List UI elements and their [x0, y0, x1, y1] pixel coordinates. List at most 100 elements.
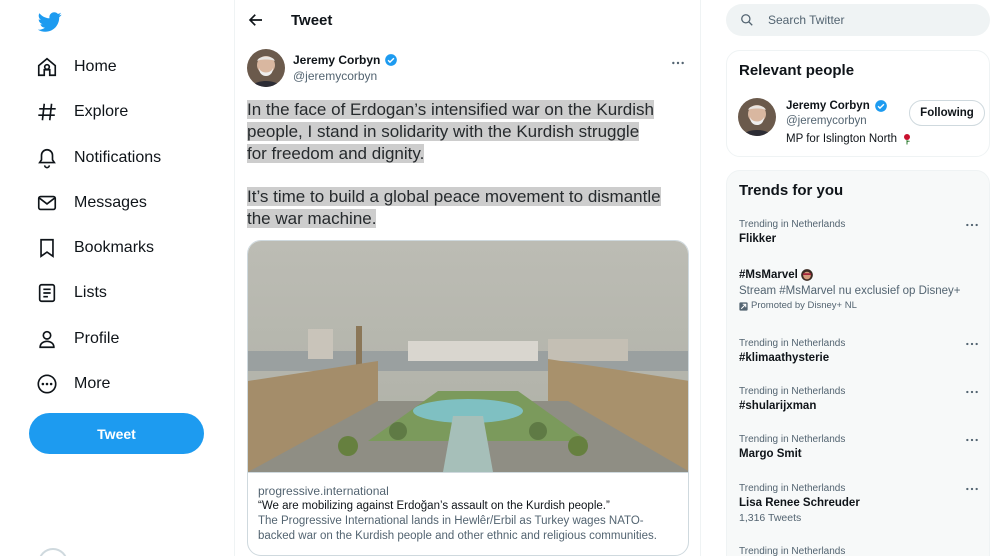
tweet-line: for freedom and dignity.: [247, 144, 425, 163]
person-avatar[interactable]: [738, 98, 776, 136]
nav-label-more: More: [74, 375, 111, 392]
page-title: Tweet: [291, 11, 333, 29]
card-title: “We are mobilizing against Erdoğan’s ass…: [258, 500, 610, 512]
home-icon: [37, 57, 57, 77]
person-name-text: Jeremy Corbyn: [786, 100, 870, 112]
promoted-icon: [739, 301, 748, 311]
tweet-line: the war machine.: [247, 209, 377, 228]
tweet-line: people, I stand in solidarity with the K…: [247, 122, 640, 141]
nav-item-messages[interactable]: Messages: [36, 183, 147, 223]
trend-item[interactable]: Trending in Netherlands Flikker: [739, 218, 979, 247]
person-name[interactable]: Jeremy Corbyn: [786, 99, 888, 113]
person-icon: [39, 330, 55, 349]
search-bar[interactable]: [726, 4, 990, 36]
search-icon: [741, 14, 753, 26]
trend-item[interactable]: Trending in Netherlands Lisa Renee Schre…: [739, 482, 979, 525]
tweet-paragraph: In the face of Erdogan’s intensified war…: [247, 99, 697, 165]
trend-promoted-text: Promoted by Disney+ NL: [751, 300, 857, 311]
verified-badge-icon: [385, 54, 398, 66]
trend-item[interactable]: Trending in Netherlands: [739, 545, 979, 556]
trend-context: Trending in Netherlands: [739, 483, 846, 494]
trend-item[interactable]: Trending in Netherlands #shularijxman: [739, 385, 979, 414]
trend-context: Trending in Netherlands: [739, 546, 846, 556]
trend-context: Trending in Netherlands: [739, 434, 846, 445]
nav-label-home: Home: [74, 58, 117, 75]
trend-name: #shularijxman: [739, 400, 817, 412]
nav-label-lists: Lists: [74, 284, 107, 301]
author-handle[interactable]: @jeremycorbyn: [293, 69, 377, 83]
card-description-line: backed war on the Kurdish people and oth…: [258, 530, 657, 542]
trend-name: #klimaathysterie: [739, 352, 830, 364]
tweet-text: In the face of Erdogan’s intensified war…: [247, 99, 697, 251]
nav-label-messages: Messages: [74, 194, 147, 211]
nav-item-notifications[interactable]: Notifications: [36, 138, 161, 178]
relevant-people-title: Relevant people: [739, 62, 855, 79]
trend-name: Margo Smit: [739, 448, 802, 460]
main-header: Tweet: [235, 0, 700, 40]
trend-name: #MsMarvel: [739, 267, 979, 283]
tweet-author: Jeremy Corbyn @jeremycorbyn: [247, 49, 690, 89]
nav-label-explore: Explore: [74, 103, 129, 120]
back-arrow-icon[interactable]: [247, 11, 265, 29]
trend-context: Trending in Netherlands: [739, 386, 846, 397]
more-options-icon[interactable]: [965, 387, 979, 397]
ms-marvel-emoji-icon: [800, 269, 813, 281]
tweet-button[interactable]: Tweet: [29, 413, 204, 454]
author-name-text: Jeremy Corbyn: [293, 53, 381, 67]
nav-item-more[interactable]: More: [36, 364, 110, 404]
person-handle[interactable]: @jeremycorbyn: [786, 115, 867, 127]
person-bio: MP for Islington North: [786, 133, 913, 145]
tweet-line: It’s time to build a global peace moveme…: [247, 187, 661, 206]
card-domain: progressive.international: [258, 484, 389, 498]
twitter-logo-icon[interactable]: [38, 10, 62, 34]
author-avatar[interactable]: [247, 49, 285, 87]
trend-item[interactable]: Trending in Netherlands Margo Smit: [739, 433, 979, 462]
more-options-icon[interactable]: [965, 435, 979, 445]
left-sidebar: Home Explore Notifications Messages Book…: [0, 0, 234, 556]
trend-item[interactable]: Trending in Netherlands #klimaathysterie: [739, 337, 979, 366]
card-image: [248, 241, 688, 472]
envelope-icon: [37, 195, 57, 211]
more-options-icon[interactable]: [965, 339, 979, 349]
nav-item-explore[interactable]: Explore: [36, 92, 128, 132]
more-options-icon[interactable]: [965, 484, 979, 494]
trend-tweet-count: 1,316 Tweets: [739, 512, 802, 524]
list-icon: [38, 283, 56, 303]
author-name[interactable]: Jeremy Corbyn: [293, 53, 398, 67]
nav-item-lists[interactable]: Lists: [36, 273, 107, 313]
link-card[interactable]: progressive.international “We are mobili…: [247, 240, 689, 556]
more-circle-icon: [37, 374, 57, 394]
relevant-people-panel: Relevant people Jeremy Corbyn @jeremycor…: [726, 50, 990, 157]
nav-item-bookmarks[interactable]: Bookmarks: [36, 228, 154, 268]
trend-promo-text: Stream #MsMarvel nu exclusief op Disney+: [739, 285, 961, 297]
rose-emoji-icon: [904, 134, 911, 145]
trends-title: Trends for you: [739, 182, 844, 199]
search-input[interactable]: [768, 13, 968, 27]
card-description: The Progressive International lands in H…: [258, 514, 678, 544]
person-bio-text: MP for Islington North: [786, 133, 898, 145]
more-options-icon[interactable]: [965, 220, 979, 230]
trend-name: Flikker: [739, 233, 777, 245]
trend-name-text: #MsMarvel: [739, 269, 798, 281]
main-column: Tweet Jeremy Corbyn @jeremycorbyn In the…: [234, 0, 701, 556]
bell-icon: [38, 148, 56, 169]
tweet-line: In the face of Erdogan’s intensified war…: [247, 100, 654, 119]
nav-label-profile: Profile: [74, 330, 120, 347]
card-body: progressive.international “We are mobili…: [248, 472, 688, 544]
trend-promoted: Promoted by Disney+ NL: [739, 299, 979, 313]
tweet-paragraph: It’s time to build a global peace moveme…: [247, 186, 697, 230]
account-avatar[interactable]: [38, 548, 68, 556]
trend-item-promoted[interactable]: #MsMarvel Stream #MsMarvel nu exclusief …: [739, 267, 979, 313]
trend-context: Trending in Netherlands: [739, 219, 846, 230]
trends-panel: Trends for you Trending in Netherlands F…: [726, 170, 990, 556]
nav-label-notifications: Notifications: [74, 149, 162, 166]
more-options-icon[interactable]: [670, 55, 686, 71]
trend-context: Trending in Netherlands: [739, 338, 846, 349]
bookmark-icon: [40, 238, 54, 258]
nav-item-home[interactable]: Home: [36, 47, 117, 87]
card-description-line: The Progressive International lands in H…: [258, 515, 644, 527]
verified-badge-icon: [874, 100, 887, 112]
following-button[interactable]: Following: [909, 100, 985, 126]
nav-item-profile[interactable]: Profile: [36, 319, 119, 359]
hashtag-icon: [38, 103, 56, 121]
